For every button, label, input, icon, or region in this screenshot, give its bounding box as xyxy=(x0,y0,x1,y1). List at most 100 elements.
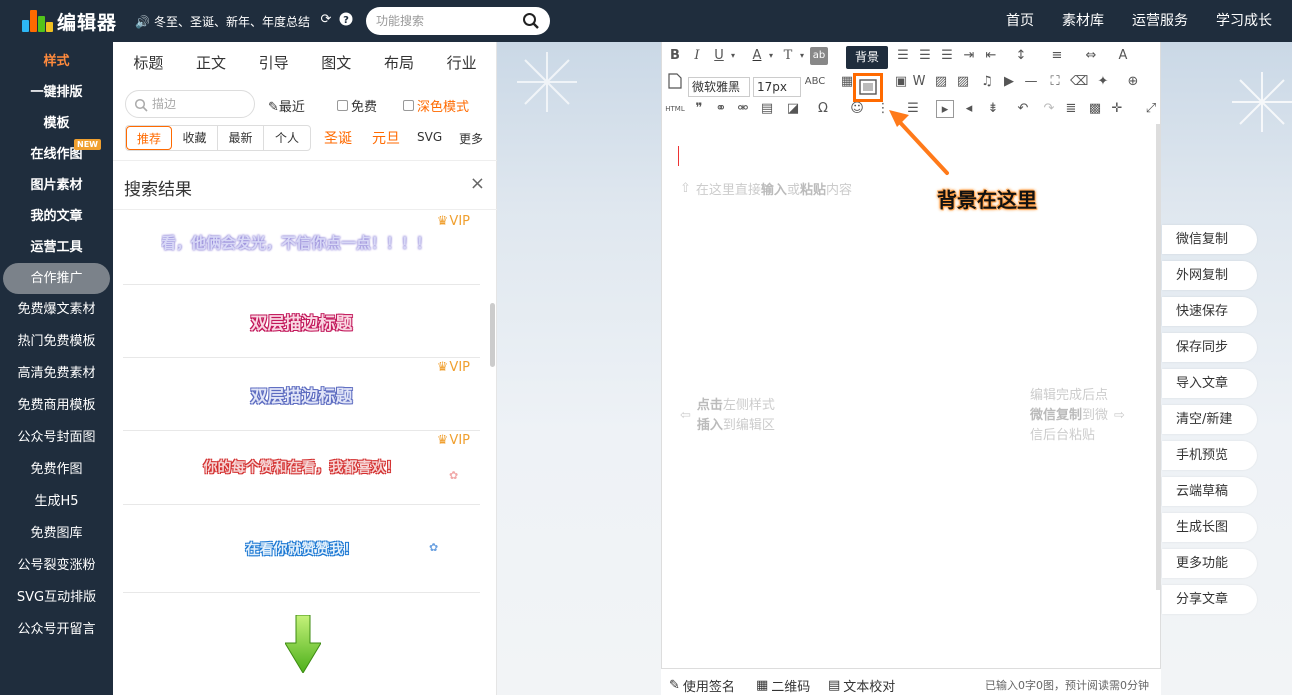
align-left-icon[interactable]: ☰ xyxy=(894,47,912,65)
search-icon[interactable] xyxy=(522,12,540,30)
preview-icon[interactable]: ▩ xyxy=(1086,100,1104,118)
insert-image-icon[interactable]: ▨ xyxy=(932,73,950,91)
sidebar-item-svg-layout[interactable]: SVG互动排版 xyxy=(3,582,110,614)
search-replace-icon[interactable]: ⊕ xyxy=(1124,73,1142,91)
sidebar-item-online-design[interactable]: 在线作图 NEW xyxy=(3,139,110,170)
mobile-preview-button[interactable]: 手机预览 xyxy=(1162,441,1257,470)
sidebar-item-fan-growth[interactable]: 公号裂变涨粉 xyxy=(3,550,110,582)
result-card[interactable]: 在看你就赞赞我！ ✿ xyxy=(123,505,480,593)
tag-christmas[interactable]: 圣诞 xyxy=(324,128,352,148)
filter-favorites[interactable]: 收藏 xyxy=(172,126,218,150)
chevron-down-icon[interactable]: ▾ xyxy=(793,47,811,65)
result-card[interactable]: ♛ VIP 双层描边标题 xyxy=(123,358,480,431)
font-family-select[interactable]: 微软雅黑 xyxy=(688,77,750,97)
tab-image-text[interactable]: 图文 xyxy=(321,42,351,84)
letter-spacing-icon[interactable]: ⇔ xyxy=(1082,47,1100,65)
word-import-icon[interactable]: W xyxy=(910,73,928,91)
sidebar-item-free-gallery[interactable]: 免费图库 xyxy=(3,518,110,550)
nav-learning[interactable]: 学习成长 xyxy=(1202,0,1286,42)
sidebar-item-hot-templates[interactable]: 热门免费模板 xyxy=(3,326,110,358)
align-justify-icon[interactable]: ☰ xyxy=(938,47,956,65)
tab-layout[interactable]: 布局 xyxy=(384,42,414,84)
new-doc-icon[interactable] xyxy=(666,73,684,91)
outdent-icon[interactable]: ⇤ xyxy=(982,47,1000,65)
sidebar-item-comments[interactable]: 公众号开留言 xyxy=(3,614,110,646)
signature-button[interactable]: ✎ 使用签名 xyxy=(669,676,735,695)
chevron-down-icon[interactable]: ▾ xyxy=(724,47,742,65)
format-brush-icon[interactable]: ⛶ xyxy=(1046,73,1064,91)
free-checkbox[interactable]: 免费 xyxy=(337,96,377,115)
highlight-icon[interactable]: ab xyxy=(810,47,828,65)
tab-industry[interactable]: 行业 xyxy=(447,42,477,84)
refresh-icon[interactable]: ⟳ xyxy=(318,12,334,28)
import-article-button[interactable]: 导入文章 xyxy=(1162,369,1257,398)
more-button[interactable]: 更多 xyxy=(459,130,483,147)
recent-filter[interactable]: ✎最近 xyxy=(268,96,305,115)
undo-icon[interactable]: ↶ xyxy=(1014,100,1032,118)
editor-scrollbar[interactable] xyxy=(1156,124,1161,590)
wechat-copy-button[interactable]: 微信复制 xyxy=(1162,225,1257,254)
select-all-icon[interactable]: ≣ xyxy=(1062,100,1080,118)
eraser-icon[interactable]: ⌫ xyxy=(1070,73,1088,91)
sidebar-item-hd-materials[interactable]: 高清免费素材 xyxy=(3,358,110,390)
music-icon[interactable]: ♫ xyxy=(978,73,996,91)
align-center-icon[interactable]: ☰ xyxy=(916,47,934,65)
paragraph-spacing-icon[interactable]: ≡ xyxy=(1048,47,1066,65)
image-icon[interactable]: ▣ xyxy=(892,73,910,91)
video-icon[interactable]: ▶ xyxy=(1000,73,1018,91)
tab-body[interactable]: 正文 xyxy=(196,42,226,84)
sidebar-item-cover-image[interactable]: 公众号封面图 xyxy=(3,422,110,454)
sidebar-item-style[interactable]: 样式 xyxy=(3,46,110,77)
line-height-icon[interactable]: ↕ xyxy=(1012,47,1030,65)
result-card[interactable]: ♛ VIP 看，他俩会发光，不信你点一点！！！！ xyxy=(123,212,480,285)
tag-new-year[interactable]: 元旦 xyxy=(372,128,400,148)
font-size-select[interactable]: 17px xyxy=(753,77,801,97)
result-card[interactable]: 双层描边标题 xyxy=(123,285,480,358)
external-copy-button[interactable]: 外网复制 xyxy=(1162,261,1257,290)
sidebar-item-free-design[interactable]: 免费作图 xyxy=(3,454,110,486)
background-button[interactable] xyxy=(853,73,883,102)
long-image-button[interactable]: 生成长图 xyxy=(1162,513,1257,542)
style-search-input[interactable] xyxy=(152,96,247,112)
quick-save-button[interactable]: 快速保存 xyxy=(1162,297,1257,326)
function-search-input[interactable] xyxy=(376,11,516,31)
rtl-icon[interactable]: ◂ xyxy=(960,100,978,118)
clear-new-button[interactable]: 清空/新建 xyxy=(1162,405,1257,434)
nav-materials[interactable]: 素材库 xyxy=(1048,0,1118,42)
move-icon[interactable]: ✛ xyxy=(1108,100,1126,118)
chevron-down-icon[interactable]: ▾ xyxy=(762,47,780,65)
html-source-icon[interactable]: HTML xyxy=(664,100,686,118)
result-card[interactable] xyxy=(123,593,480,693)
tab-title[interactable]: 标题 xyxy=(133,42,163,84)
magic-wand-icon[interactable]: ✦ xyxy=(1094,73,1112,91)
filter-latest[interactable]: 最新 xyxy=(218,126,264,150)
clear-format-icon[interactable]: ABC xyxy=(804,73,826,91)
share-article-button[interactable]: 分享文章 xyxy=(1162,585,1257,614)
text-size-icon[interactable]: A xyxy=(1114,47,1132,65)
close-icon[interactable]: × xyxy=(470,173,485,194)
qrcode-button[interactable]: ▦ 二维码 xyxy=(756,676,810,695)
unlink-icon[interactable]: ⚮ xyxy=(734,100,752,118)
fullscreen-icon[interactable]: ⤢ xyxy=(1142,100,1160,118)
nav-operations[interactable]: 运营服务 xyxy=(1118,0,1202,42)
result-card[interactable]: ♛ VIP 你的每个赞和在看，我都喜欢！ ✿ xyxy=(123,431,480,505)
link-icon[interactable]: ⚭ xyxy=(712,100,730,118)
tag-svg[interactable]: SVG xyxy=(417,130,442,144)
insert-frame-icon[interactable]: ◪ xyxy=(784,100,802,118)
more-functions-button[interactable]: 更多功能 xyxy=(1162,549,1257,578)
quote-icon[interactable]: ❞ xyxy=(690,100,708,118)
sidebar-item-h5[interactable]: 生成H5 xyxy=(3,486,110,518)
insert-paragraph-icon[interactable]: ⇟ xyxy=(984,100,1002,118)
special-char-icon[interactable]: Ω xyxy=(814,100,832,118)
save-sync-button[interactable]: 保存同步 xyxy=(1162,333,1257,362)
sidebar-item-images[interactable]: 图片素材 xyxy=(3,170,110,201)
filter-recommended[interactable]: 推荐 xyxy=(126,126,172,150)
tab-guide[interactable]: 引导 xyxy=(259,42,289,84)
sidebar-item-commercial-templates[interactable]: 免费商用模板 xyxy=(3,390,110,422)
sidebar-item-free-viral[interactable]: 免费爆文素材 xyxy=(3,294,110,326)
indent-icon[interactable]: ⇥ xyxy=(960,47,978,65)
help-icon[interactable]: ? xyxy=(338,12,354,28)
logo[interactable]: 编辑器 xyxy=(22,8,117,34)
template-icon[interactable]: ▤ xyxy=(758,100,776,118)
filter-personal[interactable]: 个人 xyxy=(264,126,310,150)
